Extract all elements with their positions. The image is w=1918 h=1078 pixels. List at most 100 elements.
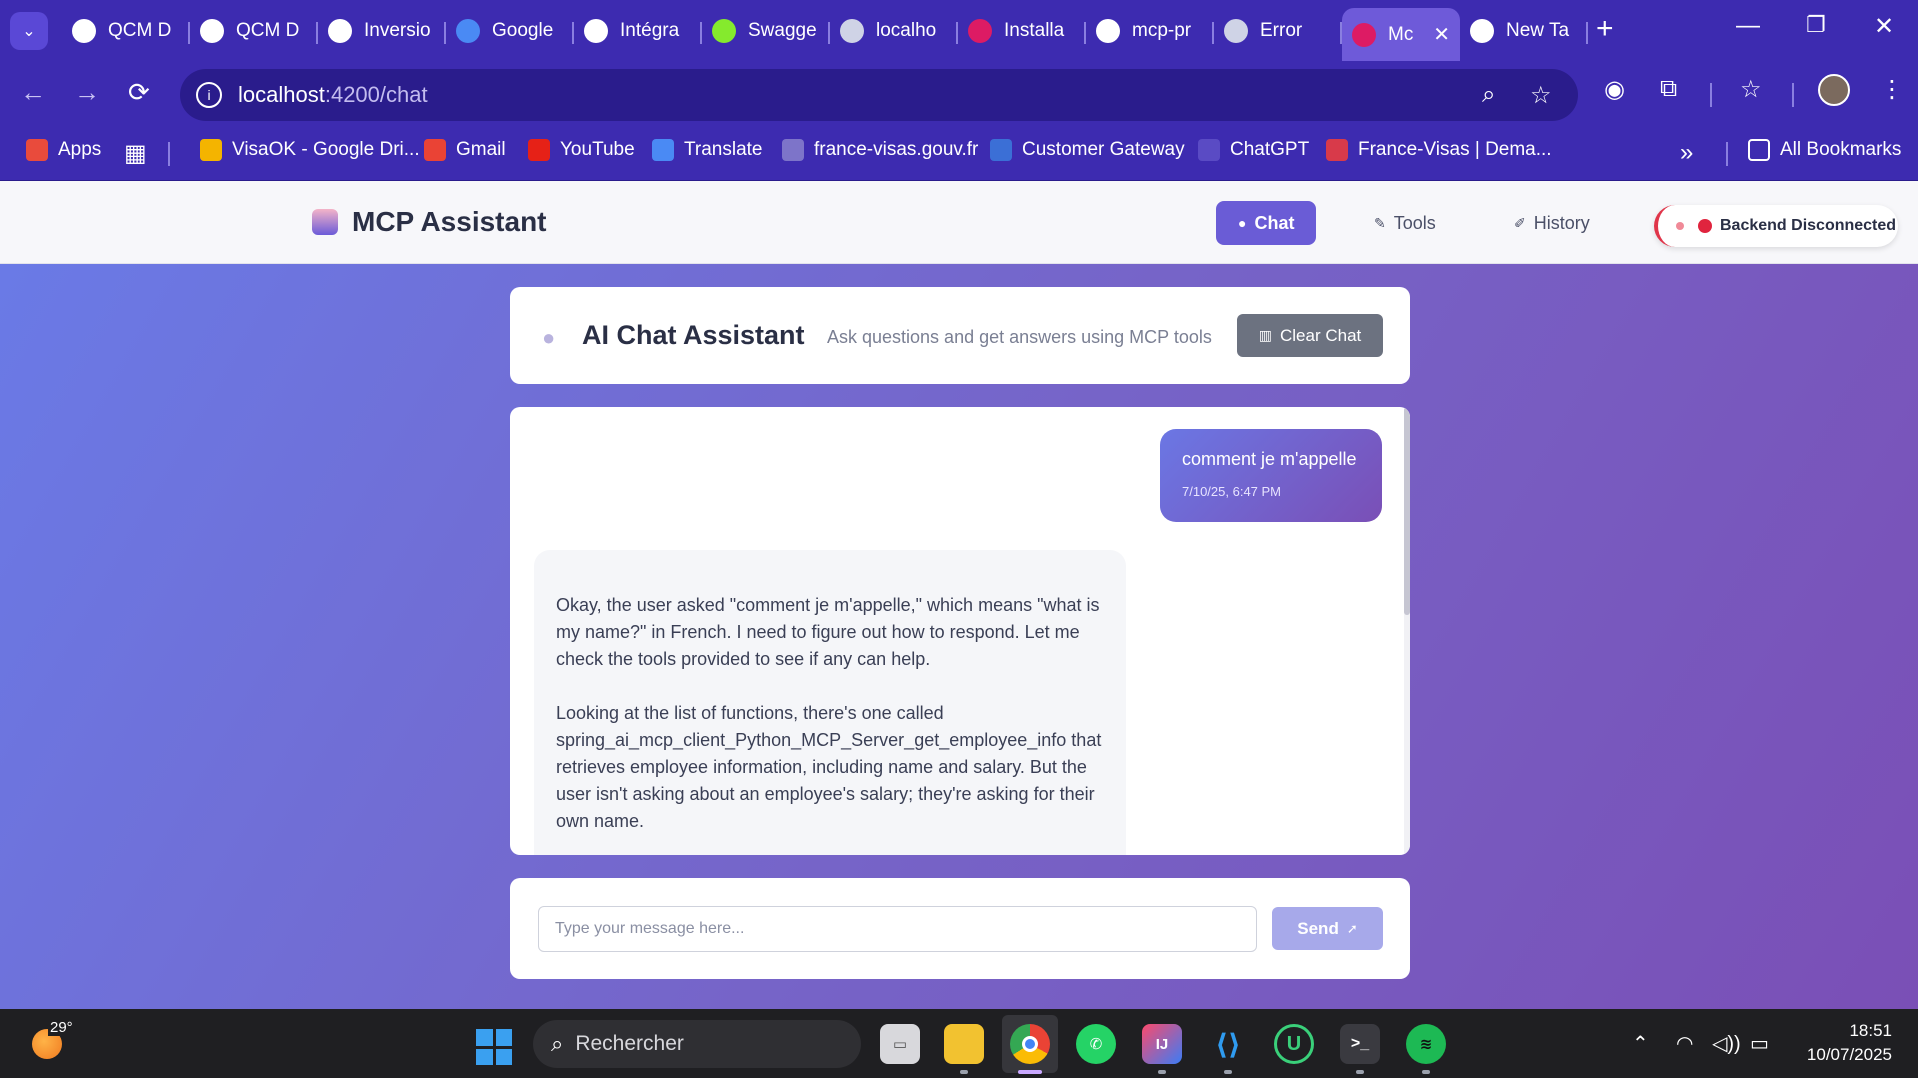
new-tab-button[interactable]: + bbox=[1596, 14, 1614, 44]
bookmarks-star-icon[interactable]: ☆ bbox=[1740, 75, 1762, 104]
browser-tab-label: Swagge bbox=[748, 20, 817, 41]
profile-avatar[interactable] bbox=[1818, 74, 1850, 106]
extensions-puzzle-icon[interactable]: ⧉ bbox=[1660, 75, 1677, 103]
tab-search-button[interactable]: ⌄ bbox=[10, 12, 48, 50]
browser-tab-label: Intégra bbox=[620, 20, 680, 41]
bookmark-item[interactable]: All Bookmarks bbox=[1748, 139, 1901, 161]
browser-tab-label: Mc bbox=[1388, 23, 1414, 45]
chevron-up-icon[interactable]: ⌃ bbox=[1632, 1031, 1649, 1056]
wifi-icon[interactable]: ◠ bbox=[1676, 1031, 1693, 1056]
bookmark-item[interactable]: ChatGPT bbox=[1198, 139, 1309, 161]
taskbar-clock[interactable]: 18:51 10/07/2025 bbox=[1788, 1019, 1892, 1067]
browser-tab-label: mcp-pr bbox=[1132, 20, 1192, 41]
minimize-button[interactable]: — bbox=[1736, 12, 1760, 40]
address-bar[interactable]: i localhost:4200/chat ⌕ ☆ bbox=[180, 69, 1578, 121]
bookmark-label: VisaOK - Google Dri... bbox=[232, 139, 420, 160]
bookmark-label: All Bookmarks bbox=[1780, 139, 1902, 160]
chat-bubble-icon: ● bbox=[1238, 215, 1247, 231]
zoom-icon[interactable]: ⌕ bbox=[1482, 81, 1495, 109]
browser-tab-label: Google bbox=[492, 20, 554, 41]
nav-tab-history[interactable]: ✐ History bbox=[1492, 201, 1612, 245]
app-indicator bbox=[1422, 1070, 1430, 1074]
browser-tab-strip: ⌄ QCM D QCM D Inversio Google Intégra Swagge l… bbox=[0, 0, 1918, 61]
close-tab-icon[interactable]: ✕ bbox=[1433, 22, 1450, 47]
assistant-paragraph: Okay, the user asked "comment je m'appel… bbox=[556, 595, 1100, 669]
whatsapp-icon[interactable]: ✆ bbox=[1076, 1024, 1116, 1064]
browser-tab-label: QCM D bbox=[236, 20, 300, 41]
task-view-icon[interactable]: ▭ bbox=[880, 1024, 920, 1064]
message-input[interactable] bbox=[538, 906, 1257, 952]
bookmark-item[interactable]: Translate bbox=[652, 139, 763, 161]
browser-tab[interactable]: Google bbox=[446, 8, 574, 54]
bookmark-label: Translate bbox=[684, 139, 763, 160]
close-window-button[interactable]: ✕ bbox=[1874, 12, 1894, 41]
nav-tab-label: Tools bbox=[1393, 212, 1436, 233]
clear-chat-label: Clear Chat bbox=[1279, 325, 1362, 345]
bookmark-star-icon[interactable]: ☆ bbox=[1530, 81, 1552, 110]
taskbar-search-label: Rechercher bbox=[575, 1032, 684, 1055]
chat-subtitle: Ask questions and get answers using MCP … bbox=[827, 327, 1212, 347]
chrome-icon[interactable] bbox=[1010, 1024, 1050, 1064]
terminal-icon[interactable]: >_ bbox=[1340, 1024, 1380, 1064]
bookmark-item[interactable]: Customer Gateway bbox=[990, 139, 1185, 161]
battery-icon[interactable]: ▭ bbox=[1750, 1031, 1769, 1056]
folder-icon bbox=[1748, 139, 1770, 161]
send-button[interactable]: Send ➚ bbox=[1272, 907, 1383, 950]
browser-tab[interactable]: mcp-pr bbox=[1086, 8, 1214, 54]
extension-spy-icon[interactable]: ◉ bbox=[1604, 75, 1625, 104]
browser-tab-active[interactable]: Mc ✕ bbox=[1342, 8, 1460, 61]
back-button[interactable]: ← bbox=[20, 77, 46, 108]
browser-tab[interactable]: localho bbox=[830, 8, 958, 54]
user-message-time: 7/10/25, 6:47 PM bbox=[1182, 484, 1282, 499]
forward-button[interactable]: → bbox=[74, 77, 100, 108]
browser-tab[interactable]: Error bbox=[1214, 8, 1342, 54]
perplexity-icon bbox=[328, 19, 352, 43]
tab-list: QCM D QCM D Inversio Google Intégra Swagge loc… bbox=[62, 8, 1588, 61]
clear-chat-button[interactable]: ▥ Clear Chat bbox=[1237, 314, 1383, 357]
user-message-text: comment je m'appelle bbox=[1182, 449, 1357, 469]
nav-tab-chat[interactable]: ● Chat bbox=[1216, 201, 1317, 245]
openai-icon bbox=[584, 19, 608, 43]
globe-icon bbox=[1224, 19, 1248, 43]
restore-button[interactable]: ❐ bbox=[1806, 12, 1826, 38]
browser-tab[interactable]: Installa bbox=[958, 8, 1086, 54]
more-bookmarks-icon[interactable]: » bbox=[1680, 139, 1693, 167]
scrollbar-thumb[interactable] bbox=[1404, 407, 1410, 615]
chat-messages-panel[interactable]: comment je m'appelle 7/10/25, 6:47 PM Ok… bbox=[510, 407, 1410, 855]
file-explorer-icon[interactable] bbox=[944, 1024, 984, 1064]
browser-tab[interactable]: New Ta bbox=[1460, 8, 1588, 54]
taskbar-search[interactable]: ⌕ Rechercher bbox=[533, 1020, 861, 1068]
nav-tab-label: History bbox=[1533, 212, 1590, 233]
backend-status-badge: Backend Disconnected bbox=[1654, 205, 1898, 247]
upwork-icon[interactable]: U bbox=[1274, 1024, 1314, 1064]
tab-groups-icon[interactable]: ▦ bbox=[124, 139, 147, 168]
france-visas-icon bbox=[1326, 139, 1348, 161]
chat-scrollbar[interactable] bbox=[1404, 407, 1410, 855]
bookmark-item[interactable]: Apps bbox=[26, 139, 101, 161]
more-menu-icon[interactable]: ⋮ bbox=[1880, 75, 1904, 104]
spotify-icon[interactable]: ≋ bbox=[1406, 1024, 1446, 1064]
toolbar-divider bbox=[1792, 83, 1794, 107]
bookmark-item[interactable]: YouTube bbox=[528, 139, 635, 161]
bookmark-item[interactable]: france-visas.gouv.fr bbox=[782, 139, 978, 161]
browser-tab[interactable]: Inversio bbox=[318, 8, 446, 54]
weather-temperature: 29° bbox=[48, 1019, 75, 1036]
angular-icon bbox=[968, 19, 992, 43]
browser-tab[interactable]: Swagge bbox=[702, 8, 830, 54]
send-label: Send bbox=[1297, 918, 1339, 938]
browser-tab[interactable]: QCM D bbox=[190, 8, 318, 54]
bookmark-item[interactable]: VisaOK - Google Dri... bbox=[200, 139, 420, 161]
nav-tab-tools[interactable]: ✎ Tools bbox=[1352, 201, 1458, 245]
windows-start-icon[interactable] bbox=[476, 1029, 512, 1065]
bookmark-item[interactable]: Gmail bbox=[424, 139, 506, 161]
bookmark-item[interactable]: France-Visas | Dema... bbox=[1326, 139, 1552, 161]
intellij-icon[interactable]: IJ bbox=[1142, 1024, 1182, 1064]
speech-bubble-icon: ● bbox=[542, 325, 556, 350]
volume-icon[interactable]: ◁)) bbox=[1712, 1031, 1741, 1056]
reload-button[interactable]: ⟳ bbox=[128, 77, 150, 108]
openai-icon bbox=[200, 19, 224, 43]
browser-tab[interactable]: Intégra bbox=[574, 8, 702, 54]
vscode-icon[interactable]: ⟨⟩ bbox=[1208, 1024, 1248, 1064]
browser-tab[interactable]: QCM D bbox=[62, 8, 190, 54]
site-info-icon[interactable]: i bbox=[196, 82, 222, 108]
